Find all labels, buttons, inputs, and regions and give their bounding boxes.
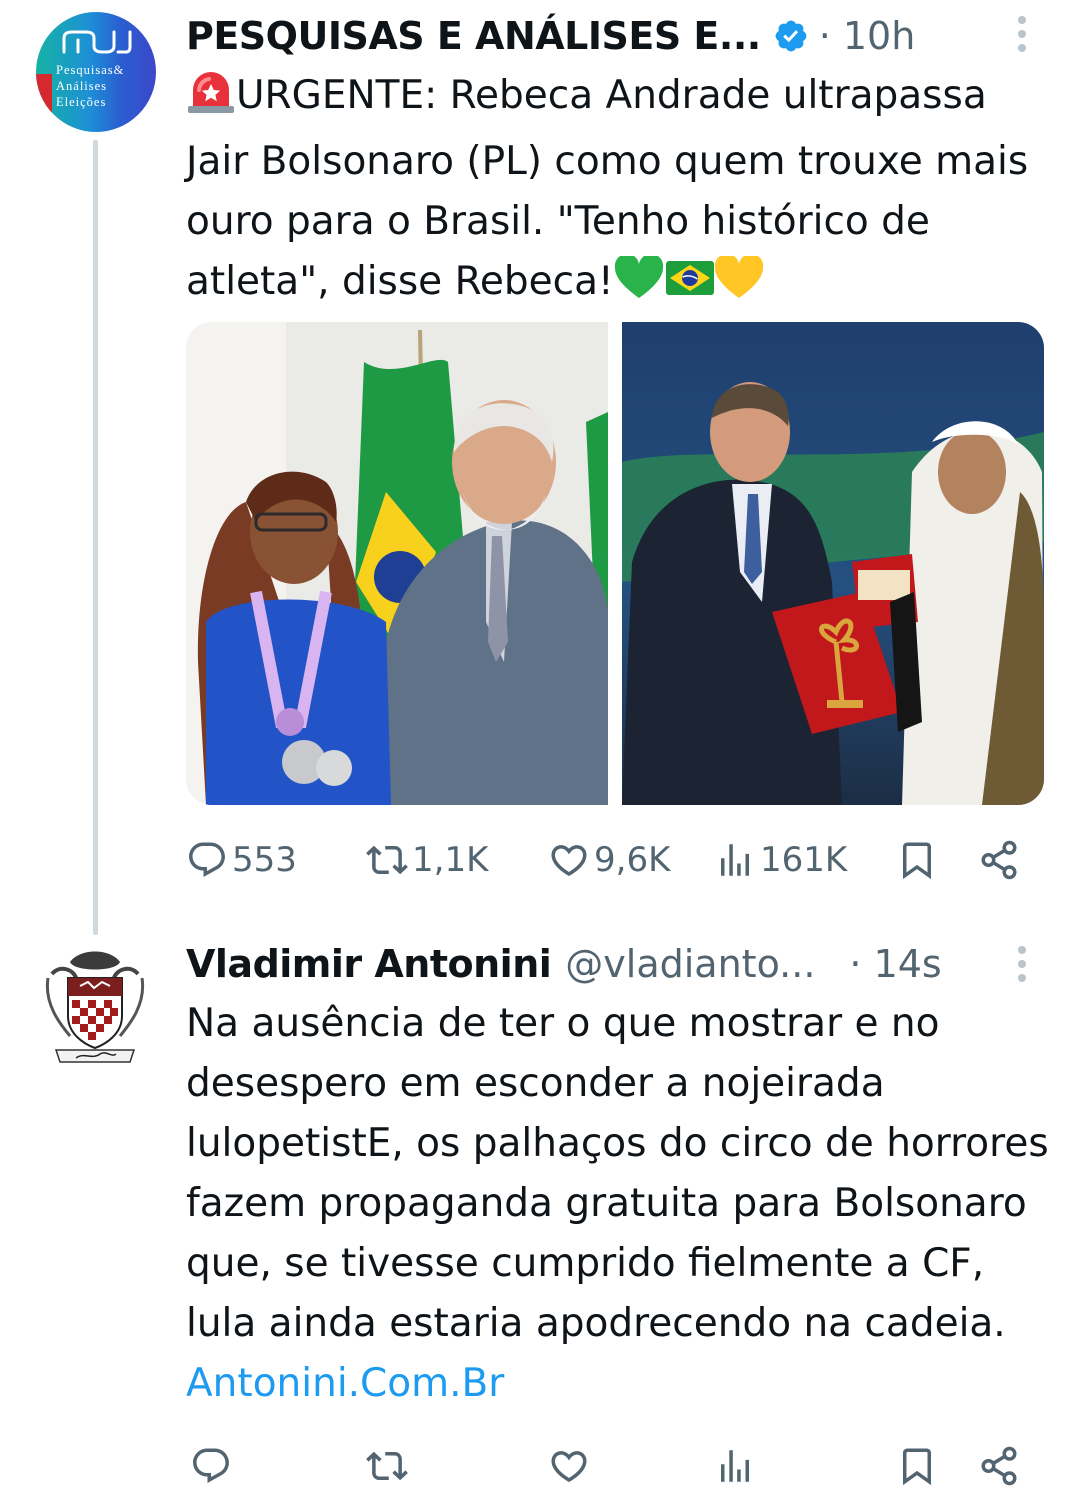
like-button[interactable]: 9,6K <box>548 830 670 890</box>
tweet-emojis <box>614 256 764 304</box>
views-count: 161K <box>760 840 848 880</box>
thread-connector <box>93 140 98 935</box>
like-count: 9,6K <box>594 840 671 880</box>
views-button[interactable]: 161K <box>714 830 847 890</box>
more-options-icon[interactable] <box>1016 16 1028 56</box>
share-icon <box>981 1446 1017 1486</box>
author-avatar[interactable] <box>40 944 150 1074</box>
repost-icon <box>366 845 408 875</box>
tweet-text: Na ausência de ter o que mostrar e no de… <box>186 994 1056 1414</box>
tweet-header: PESQUISAS E ANÁLISES E... · 10h <box>186 6 915 66</box>
views-icon <box>721 1450 749 1482</box>
photo-rebeca-lula[interactable] <box>186 322 608 805</box>
more-options-icon[interactable] <box>1016 946 1028 986</box>
repost-count: 1,1K <box>412 840 489 880</box>
author-avatar[interactable]: Pesquisas& Análises Eleições <box>36 12 156 132</box>
timestamp[interactable]: · 14s <box>849 942 941 986</box>
heart-icon <box>551 845 587 877</box>
bookmark-button[interactable] <box>896 1436 938 1496</box>
reply-count: 553 <box>232 840 297 880</box>
repost-button[interactable] <box>366 1436 408 1496</box>
bookmark-icon <box>903 842 931 880</box>
bookmark-button[interactable] <box>896 830 938 890</box>
media-grid <box>186 322 1044 805</box>
repost-button[interactable]: 1,1K <box>366 830 488 890</box>
share-button[interactable] <box>978 1436 1020 1496</box>
tweet-text-body: Na ausência de ter o que mostrar e no de… <box>186 1001 1049 1346</box>
external-link[interactable]: Antonini.Com.Br <box>186 1361 504 1406</box>
reply-button[interactable]: 553 <box>186 830 297 890</box>
author-name[interactable]: Vladimir Antonini <box>186 942 552 986</box>
avatar-text: Pesquisas& Análises Eleições <box>56 63 125 109</box>
avatar-red-strip <box>36 74 52 132</box>
like-button[interactable] <box>548 1436 590 1496</box>
heart-icon <box>551 1451 587 1483</box>
reply-icon <box>193 1448 229 1483</box>
author-handle[interactable]: @vladianto... <box>565 942 815 986</box>
photo-bolsonaro-award[interactable] <box>622 322 1044 805</box>
share-icon <box>981 840 1017 880</box>
tweet-reply[interactable]: Vladimir Antonini @vladianto... · 14s Na… <box>0 930 1080 1492</box>
tweet-text: URGENTE: Rebeca Andrade ultrapassa Jair … <box>186 66 1056 312</box>
tweet-original[interactable]: Pesquisas& Análises Eleições PESQUISAS E… <box>0 0 1080 935</box>
verified-badge-icon[interactable] <box>773 18 809 54</box>
repost-icon <box>366 1451 408 1481</box>
author-name[interactable]: PESQUISAS E ANÁLISES E... <box>186 14 761 58</box>
share-button[interactable] <box>978 830 1020 890</box>
timestamp[interactable]: · 10h <box>819 14 916 58</box>
tweet-actions <box>186 1436 1036 1496</box>
siren-emoji-icon <box>186 70 236 132</box>
tweet-header: Vladimir Antonini @vladianto... · 14s <box>186 934 942 994</box>
views-icon <box>721 844 749 876</box>
reply-icon <box>189 842 225 877</box>
tweet-actions: 553 1,1K 9,6K 161K <box>186 830 1036 890</box>
tweet-text-body: URGENTE: Rebeca Andrade ultrapassa Jair … <box>186 73 1029 304</box>
reply-button[interactable] <box>190 1436 232 1496</box>
avatar-logo-mark <box>62 30 132 54</box>
bookmark-icon <box>903 1448 931 1486</box>
views-button[interactable] <box>714 1436 756 1496</box>
